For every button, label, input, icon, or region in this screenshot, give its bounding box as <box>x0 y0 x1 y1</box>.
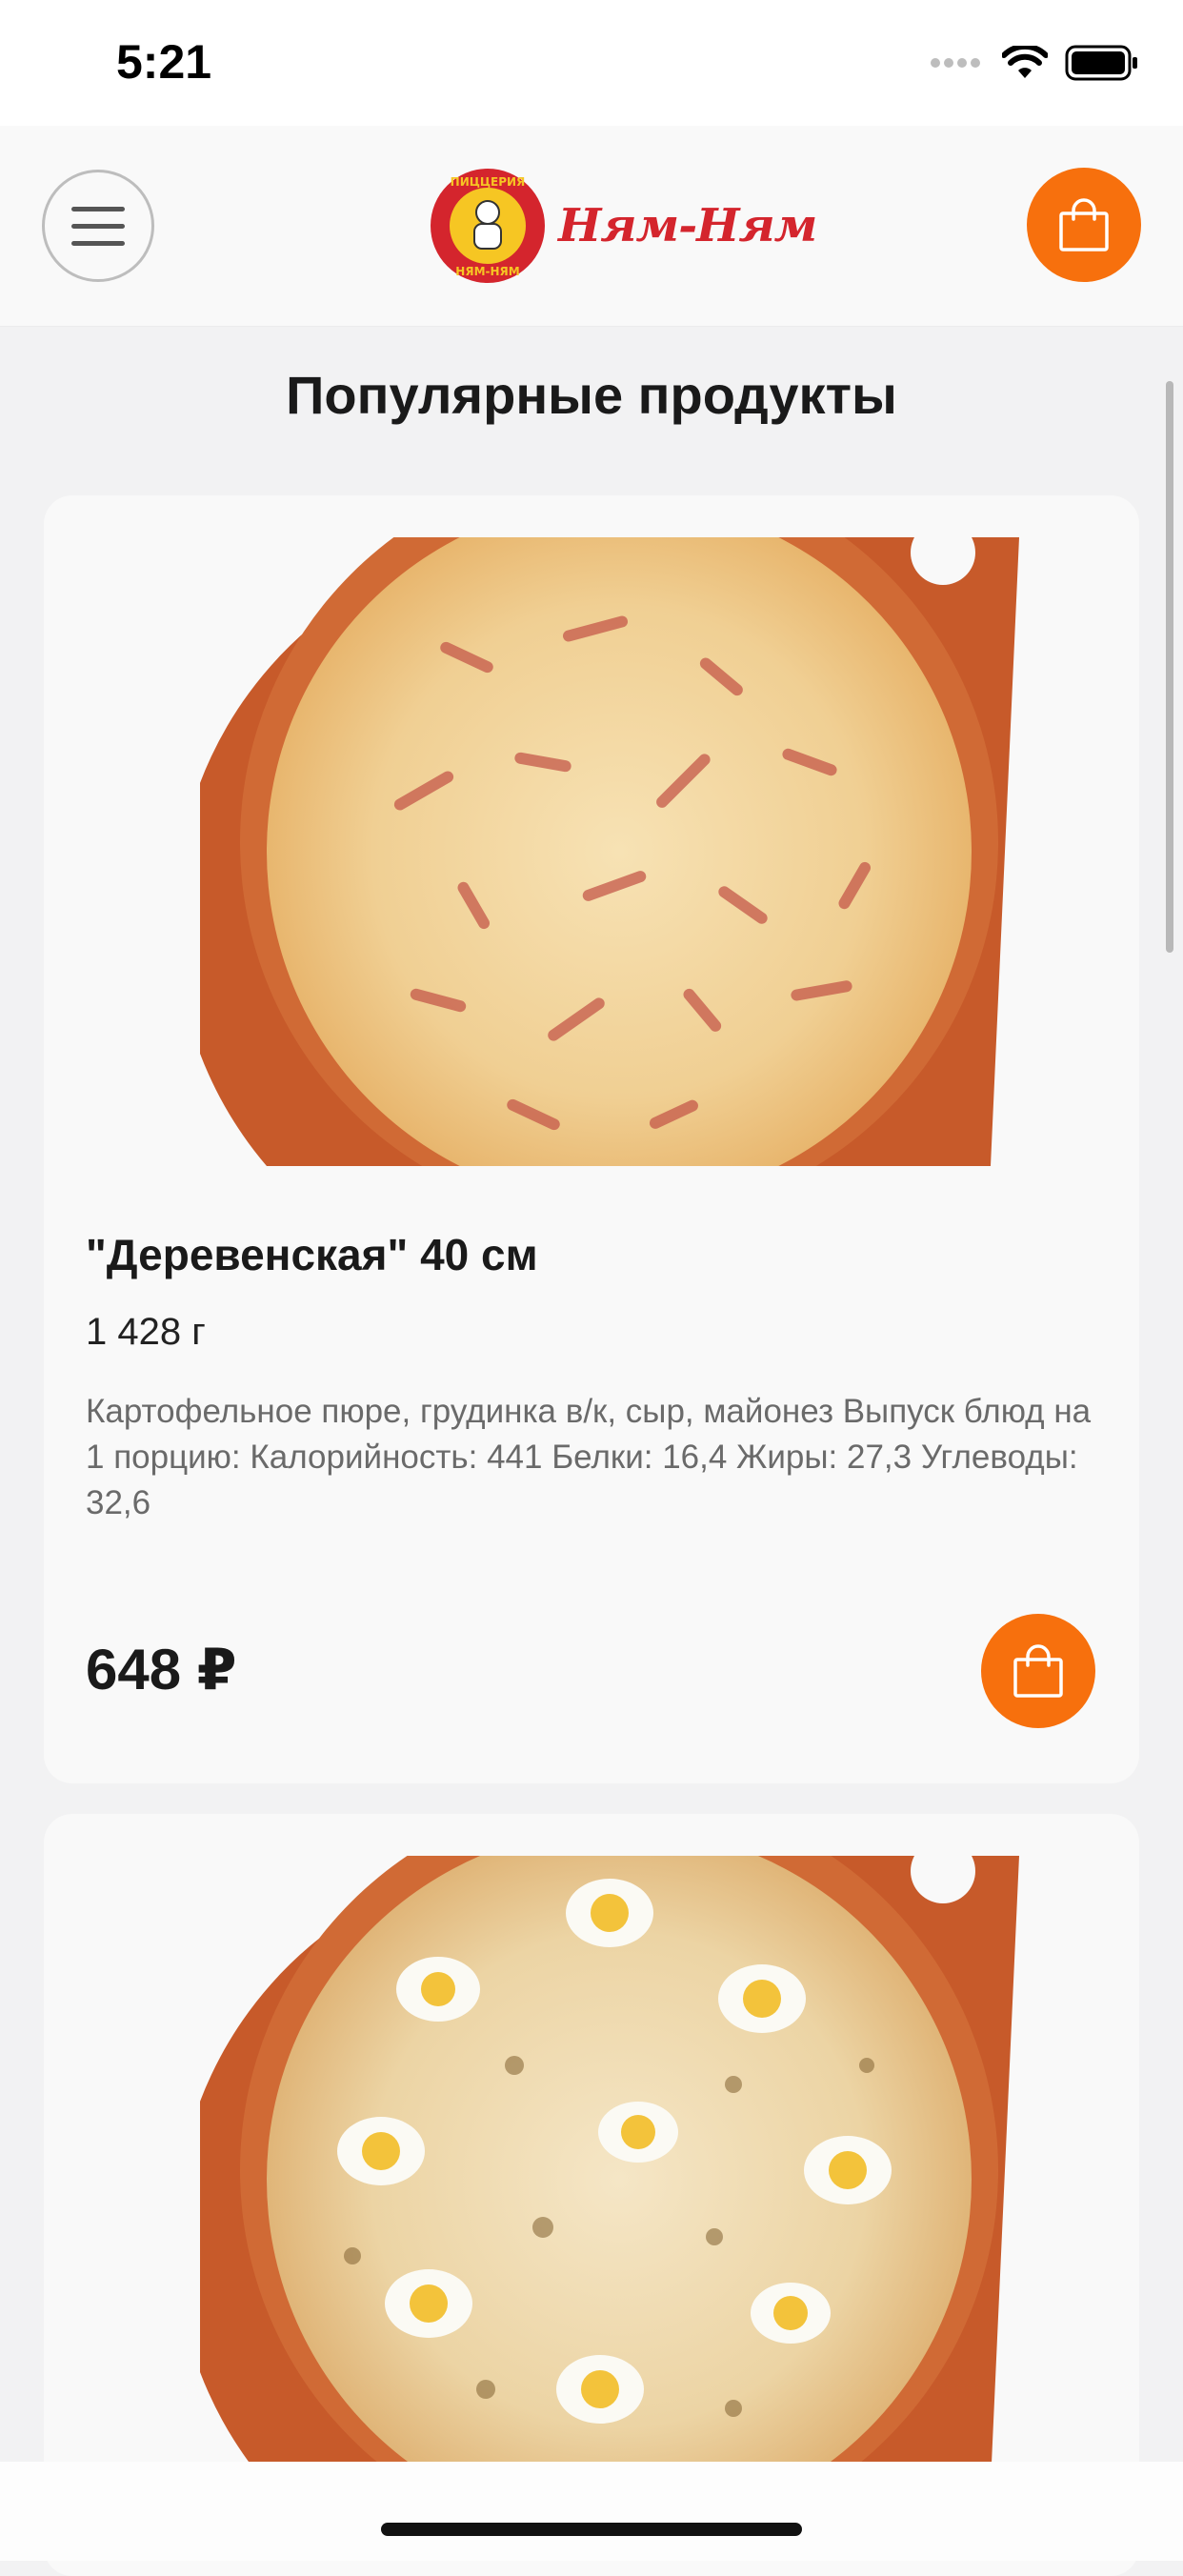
battery-icon <box>1065 45 1137 81</box>
signal-dots-icon <box>931 58 980 68</box>
add-to-cart-button[interactable] <box>981 1614 1095 1728</box>
page-title: Популярные продукты <box>286 365 897 425</box>
logo-emblem: ПИЦЦЕРИЯ НЯМ-НЯМ <box>431 169 545 283</box>
logo-text: Ням-Ням <box>558 199 817 252</box>
brand-logo[interactable]: ПИЦЦЕРИЯ НЯМ-НЯМ Ням-Ням <box>429 168 817 284</box>
status-time: 5:21 <box>116 35 212 89</box>
pizza-quail-egg-image[interactable] <box>200 1856 1029 2485</box>
home-indicator[interactable] <box>381 2523 802 2536</box>
shopping-bag-icon <box>1013 1644 1063 1698</box>
product-description: Картофельное пюре, грудинка в/к, сыр, ма… <box>86 1393 1092 1521</box>
menu-button[interactable] <box>42 170 154 282</box>
shopping-bag-icon <box>1059 198 1109 252</box>
app-header: ПИЦЦЕРИЯ НЯМ-НЯМ Ням-Ням <box>0 126 1183 327</box>
product-card[interactable]: "Деревенская" 40 см 1 428 г Картофельное… <box>44 495 1139 1783</box>
status-icons <box>930 42 1139 84</box>
product-weight: 1 428 г <box>86 1311 206 1353</box>
product-name[interactable]: "Деревенская" 40 см <box>86 1229 538 1280</box>
scrollbar[interactable] <box>1166 381 1173 953</box>
product-price: 648 ₽ <box>86 1638 237 1701</box>
bottom-safe-area <box>0 2462 1183 2561</box>
cart-button[interactable] <box>1027 168 1141 282</box>
svg-text:НЯМ-НЯМ: НЯМ-НЯМ <box>455 265 519 278</box>
hamburger-menu-icon <box>71 206 125 211</box>
status-bar: 5:21 <box>0 0 1183 126</box>
svg-text:ПИЦЦЕРИЯ: ПИЦЦЕРИЯ <box>451 175 526 189</box>
wifi-icon <box>1002 46 1048 78</box>
pizza-derevenskaya-image[interactable] <box>200 537 1029 1166</box>
